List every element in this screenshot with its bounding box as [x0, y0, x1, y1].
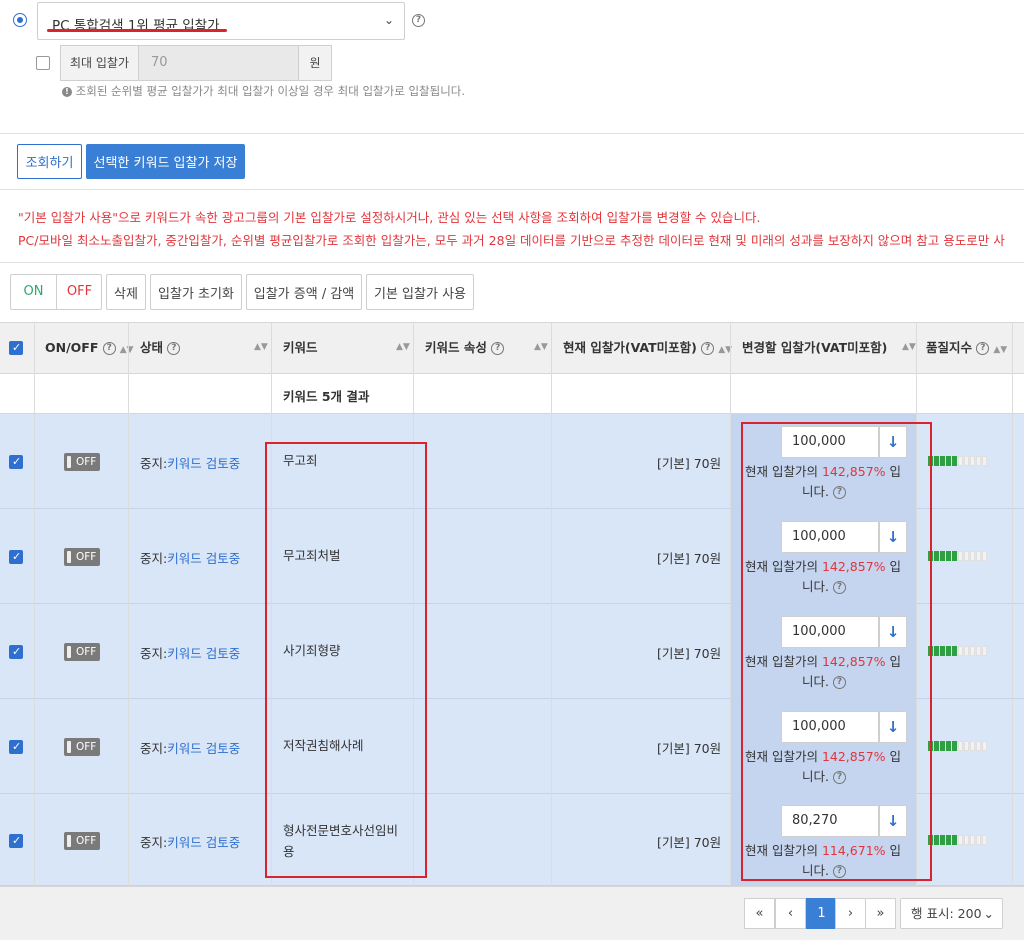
column-divider [128, 322, 129, 886]
notice-line-1: "기본 입찰가 사용"으로 키워드가 속한 광고그룹의 기본 입찰가로 설정하시… [18, 210, 761, 225]
exclamation-circle-icon: ! [62, 86, 72, 97]
prev-page-button[interactable]: ‹ [775, 898, 806, 929]
current-bid: [기본] 70원 [657, 551, 722, 566]
max-bid-label: 최대 입찰가 [61, 46, 139, 80]
max-bid-input[interactable]: 70 [139, 46, 299, 80]
status-text: 중지:키워드 검토중 [140, 741, 241, 756]
status-link[interactable]: 키워드 검토중 [167, 835, 240, 850]
quality-score-bar [928, 456, 987, 466]
current-bid: [기본] 70원 [657, 741, 722, 756]
help-icon[interactable]: ? [976, 342, 990, 355]
header-keyword-attr[interactable]: 키워드 속성 ? [425, 323, 505, 373]
quality-score-bar [928, 646, 987, 656]
header-keyword[interactable]: 키워드 [283, 323, 318, 373]
column-divider [1012, 322, 1013, 886]
help-icon[interactable]: ? [102, 342, 116, 355]
off-button[interactable]: OFF [57, 275, 102, 309]
help-icon[interactable]: ? [167, 342, 181, 355]
help-icon[interactable]: ? [701, 342, 715, 355]
row-checkbox[interactable] [9, 550, 23, 564]
select-all-checkbox[interactable] [9, 341, 23, 355]
quality-score-bar [928, 741, 987, 751]
status-link[interactable]: 키워드 검토중 [167, 456, 240, 471]
delete-button[interactable]: 삭제 [106, 274, 146, 310]
quality-score-bar [928, 835, 987, 845]
column-divider [34, 322, 35, 886]
sort-icon[interactable]: ▲▼ [254, 342, 268, 352]
reset-bid-button[interactable]: 입찰가 초기화 [150, 274, 242, 310]
max-bid-checkbox[interactable] [36, 56, 50, 70]
save-selected-bids-button[interactable]: 선택한 키워드 입찰가 저장 [86, 144, 245, 179]
result-count: 키워드 5개 결과 [283, 389, 370, 404]
current-bid: [기본] 70원 [657, 646, 722, 661]
last-page-button[interactable]: » [865, 898, 896, 929]
header-new-bid[interactable]: 변경할 입찰가(VAT미포함) [742, 323, 887, 373]
lookup-button[interactable]: 조회하기 [17, 144, 82, 179]
row-checkbox[interactable] [9, 455, 23, 469]
header-quality[interactable]: 품질지수 ? ▲▼ [926, 323, 1007, 373]
onoff-toggle[interactable]: OFF [64, 548, 100, 566]
onoff-toggle[interactable]: OFF [64, 643, 100, 661]
status-link[interactable]: 키워드 검토중 [167, 551, 240, 566]
status-link[interactable]: 키워드 검토중 [167, 646, 240, 661]
status-text: 중지:키워드 검토중 [140, 835, 241, 850]
on-button[interactable]: ON [11, 275, 57, 309]
bid-strategy-select[interactable]: PC 통합검색 1위 평균 입찰가 ⌄ [37, 2, 405, 40]
max-bid-unit: 원 [309, 56, 321, 70]
status-text: 중지:키워드 검토중 [140, 551, 241, 566]
annotation-underline [47, 29, 227, 32]
column-divider [551, 322, 552, 886]
current-bid: [기본] 70원 [657, 835, 722, 850]
onoff-button-group: ON OFF [10, 274, 102, 310]
divider [0, 262, 1024, 263]
max-bid-group: 최대 입찰가 70 원 [60, 45, 332, 81]
divider [0, 189, 1024, 190]
divider [0, 133, 1024, 134]
adjust-bid-button[interactable]: 입찰가 증액 / 감액 [246, 274, 362, 310]
strategy-radio[interactable] [13, 13, 27, 27]
next-page-button[interactable]: › [835, 898, 866, 929]
chevron-down-icon: ⌄ [983, 906, 994, 921]
status-link[interactable]: 키워드 검토중 [167, 741, 240, 756]
column-divider [730, 322, 731, 886]
annotation-box-keywords [265, 442, 427, 878]
status-text: 중지:키워드 검토중 [140, 646, 241, 661]
quality-score-bar [928, 551, 987, 561]
header-status[interactable]: 상태 ? [140, 323, 181, 373]
first-page-button[interactable]: « [744, 898, 775, 929]
help-icon[interactable]: ? [412, 14, 425, 27]
table-header: ON/OFF ?▲▼ 상태 ? ▲▼ 키워드 ▲▼ 키워드 속성 ? ▲▼ 현재… [0, 322, 1024, 374]
current-bid: [기본] 70원 [657, 456, 722, 471]
rows-per-page-select[interactable]: 행 표시: 200 ⌄ [900, 898, 1003, 929]
page-1-button[interactable]: 1 [806, 898, 837, 929]
sort-icon[interactable]: ▲▼ [534, 342, 548, 352]
chevron-down-icon: ⌄ [383, 13, 394, 27]
notice-line-2: PC/모바일 최소노출입찰가, 중간입찰가, 순위별 평균입찰가로 조회한 입찰… [18, 233, 1005, 248]
annotation-box-bids [741, 422, 932, 881]
summary-row: 키워드 5개 결과 [0, 374, 1024, 414]
row-checkbox[interactable] [9, 834, 23, 848]
sort-icon[interactable]: ▲▼ [902, 342, 916, 352]
use-default-bid-button[interactable]: 기본 입찰가 사용 [366, 274, 474, 310]
sort-icon: ▲▼ [119, 345, 134, 355]
sort-icon: ▲▼ [993, 345, 1008, 355]
help-icon[interactable]: ? [491, 342, 505, 355]
onoff-toggle[interactable]: OFF [64, 832, 100, 850]
status-text: 중지:키워드 검토중 [140, 456, 241, 471]
sort-icon[interactable]: ▲▼ [396, 342, 410, 352]
row-checkbox[interactable] [9, 740, 23, 754]
header-onoff[interactable]: ON/OFF ? ▲▼ [45, 323, 134, 373]
onoff-toggle[interactable]: OFF [64, 453, 100, 471]
max-bid-note: ! 조회된 순위별 평균 입찰가가 최대 입찰가 이상일 경우 최대 입찰가로 … [62, 83, 465, 99]
onoff-toggle[interactable]: OFF [64, 738, 100, 756]
header-current-bid[interactable]: 현재 입찰가(VAT미포함) ? ▲▼ [563, 323, 732, 373]
row-checkbox[interactable] [9, 645, 23, 659]
